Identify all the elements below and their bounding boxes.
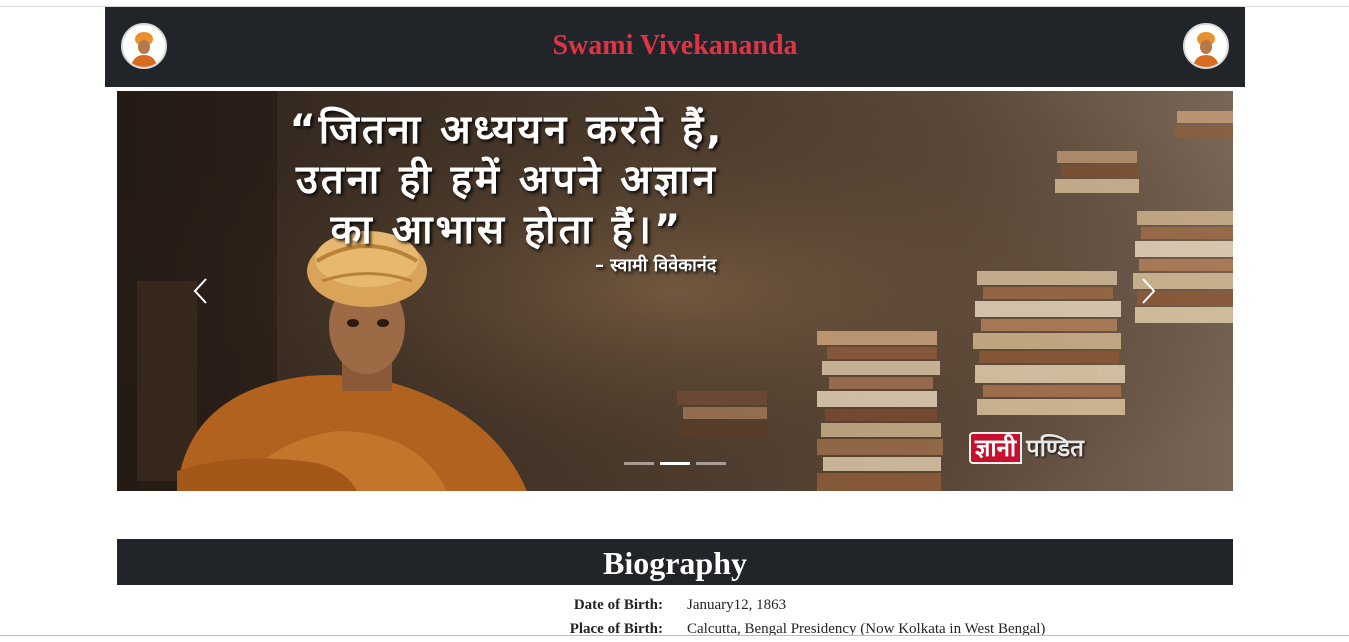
quote-author: – स्वामी विवेकानंद	[595, 255, 717, 276]
portrait-icon	[1185, 25, 1227, 67]
watermark-logo: ज्ञानी पण्डित	[969, 431, 1088, 465]
carousel-next-button[interactable]	[1118, 261, 1178, 321]
carousel-prev-button[interactable]	[171, 261, 231, 321]
quote-text: “जितना अध्ययन करते हैं, उतना ही हमें अपन…	[137, 105, 877, 255]
site-header: Swami Vivekananda	[105, 7, 1245, 87]
bio-value: January12, 1863	[687, 597, 787, 613]
carousel-indicators	[624, 462, 726, 465]
quote-carousel: “जितना अध्ययन करते हैं, उतना ही हमें अपन…	[117, 91, 1233, 491]
site-title: Swami Vivekananda	[552, 30, 798, 61]
quote-line: का आभास होता हैं।”	[330, 207, 684, 253]
avatar-right	[1183, 23, 1229, 69]
carousel-indicator-3[interactable]	[696, 462, 726, 465]
carousel-indicator-2[interactable]	[660, 462, 690, 465]
bio-row-dob: Date of Birth: January12, 1863	[0, 594, 1349, 618]
quote-line: “जितना अध्ययन करते हैं,	[289, 107, 725, 153]
chevron-right-icon	[1142, 278, 1156, 304]
bottom-divider	[0, 635, 1349, 636]
biography-heading: Biography	[117, 539, 1233, 585]
watermark-part1: ज्ञानी	[969, 432, 1023, 464]
chevron-left-icon	[193, 278, 207, 304]
quote-line: उतना ही हमें अपने अज्ञान	[296, 157, 718, 203]
bio-row-pob: Place of Birth: Calcutta, Bengal Preside…	[0, 618, 1349, 642]
bio-label: Date of Birth:	[573, 597, 663, 613]
carousel-indicator-1[interactable]	[624, 462, 654, 465]
watermark-part2: पण्डित	[1026, 434, 1084, 462]
